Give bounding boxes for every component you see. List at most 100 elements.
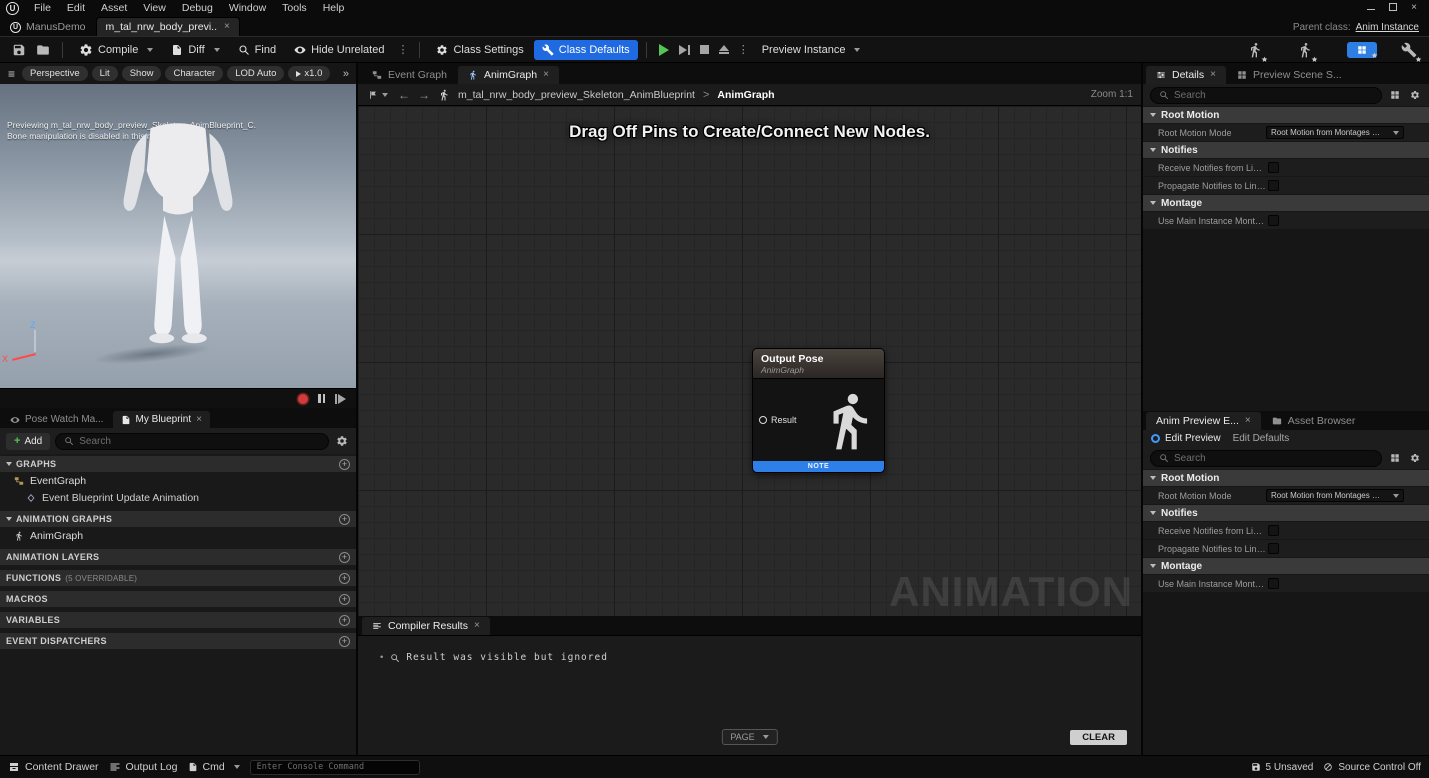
menu-help[interactable]: Help [316, 2, 352, 14]
breadcrumb-current[interactable]: AnimGraph [717, 89, 774, 101]
bookmarks-icon[interactable] [366, 88, 390, 102]
play-button[interactable] [655, 40, 673, 60]
root-motion-mode-dropdown[interactable]: Root Motion from Montages Only [1266, 489, 1404, 502]
hide-unrelated-button[interactable]: Hide Unrelated [286, 40, 392, 60]
playback-speed-button[interactable]: x1.0 [288, 66, 331, 81]
source-control-button[interactable]: Source Control Off [1323, 762, 1421, 773]
receive-notifies-checkbox[interactable] [1268, 525, 1279, 536]
breadcrumb-root[interactable]: m_tal_nrw_body_preview_Skeleton_AnimBlue… [458, 89, 695, 101]
window-minimize-icon[interactable] [1367, 2, 1376, 14]
root-motion-mode-dropdown[interactable]: Root Motion from Montages Only [1266, 126, 1404, 139]
step-frame-button[interactable] [675, 41, 694, 59]
anim-preview-search-input[interactable] [1174, 452, 1373, 464]
anim-graph-canvas[interactable]: Drag Off Pins to Create/Connect New Node… [358, 106, 1141, 616]
overflow-menu-icon[interactable]: ⋮ [394, 43, 411, 56]
menu-window[interactable]: Window [222, 2, 273, 14]
section-animation-graphs[interactable]: ANIMATION GRAPHS + [0, 511, 356, 527]
stop-button[interactable] [696, 41, 713, 58]
anim-preview-view-options-icon[interactable] [1388, 451, 1402, 465]
propagate-notifies-checkbox[interactable] [1268, 543, 1279, 554]
category-notifies[interactable]: Notifies [1143, 142, 1429, 158]
unsaved-changes-button[interactable]: 5 Unsaved [1251, 762, 1313, 773]
anim-preview-search[interactable] [1150, 449, 1382, 467]
add-anim-layer-button[interactable]: + [339, 551, 350, 563]
details-search[interactable] [1150, 86, 1382, 104]
clear-button[interactable]: CLEAR [1070, 730, 1127, 745]
lit-button[interactable]: Lit [91, 66, 118, 81]
save-button[interactable] [8, 39, 30, 61]
category-root-motion[interactable]: Root Motion [1143, 107, 1429, 123]
menu-tools[interactable]: Tools [275, 2, 314, 14]
tab-my-blueprint[interactable]: My Blueprint × [112, 411, 210, 428]
edit-preview-radio[interactable]: Edit Preview [1151, 433, 1221, 444]
use-main-instance-checkbox[interactable] [1268, 215, 1279, 226]
character-button[interactable]: Character [165, 66, 224, 81]
preview-mesh-icon-button[interactable] [1243, 38, 1267, 62]
category-root-motion[interactable]: Root Motion [1143, 470, 1429, 486]
blueprint-filter-gear[interactable] [334, 433, 350, 449]
menu-file[interactable]: File [27, 2, 58, 14]
edit-defaults-button[interactable]: Edit Defaults [1233, 433, 1290, 444]
menu-edit[interactable]: Edit [60, 2, 92, 14]
details-search-input[interactable] [1174, 89, 1373, 101]
tab-pose-watch[interactable]: Pose Watch Ma... [2, 411, 112, 428]
category-notifies[interactable]: Notifies [1143, 505, 1429, 521]
use-main-instance-checkbox[interactable] [1268, 578, 1279, 589]
overflow-menu-icon[interactable]: ⋮ [735, 43, 752, 56]
menu-asset[interactable]: Asset [94, 2, 134, 14]
browse-content-button[interactable] [32, 39, 54, 61]
console-command-input[interactable] [249, 759, 420, 775]
output-log-button[interactable]: Output Log [109, 761, 178, 773]
output-pose-node[interactable]: Output Pose AnimGraph Result NOTE [752, 348, 885, 473]
add-button[interactable]: + Add [6, 432, 51, 450]
details-view-options-icon[interactable] [1388, 88, 1402, 102]
blueprint-search[interactable] [55, 432, 329, 450]
asset-settings-icon-button[interactable] [1397, 38, 1421, 62]
asset-tab[interactable]: m_tal_nrw_body_previ.. × [95, 17, 240, 36]
compiler-message-row[interactable]: • Result was visible but ignored [358, 636, 1141, 663]
show-button[interactable]: Show [121, 66, 162, 81]
list-item-anim-graph[interactable]: AnimGraph [0, 527, 356, 544]
add-event-dispatcher-button[interactable]: + [339, 635, 350, 647]
close-icon[interactable]: × [224, 22, 230, 32]
viewport-menu-icon[interactable]: ≡ [5, 67, 18, 81]
class-settings-button[interactable]: Class Settings [428, 40, 531, 60]
class-defaults-button[interactable]: Class Defaults [533, 39, 638, 60]
window-maximize-icon[interactable] [1389, 2, 1398, 14]
receive-notifies-checkbox[interactable] [1268, 162, 1279, 173]
window-close-icon[interactable]: × [1411, 3, 1417, 13]
preview-viewport[interactable]: Previewing m_tal_nrw_body_preview_Skelet… [0, 84, 356, 388]
pause-button[interactable] [318, 394, 325, 403]
forward-icon[interactable]: → [418, 89, 430, 101]
project-tab[interactable]: U ManusDemo [6, 21, 96, 36]
blueprint-search-input[interactable] [79, 435, 320, 447]
menu-view[interactable]: View [136, 2, 173, 14]
parent-class-link[interactable]: Anim Instance [1356, 22, 1419, 33]
lod-auto-button[interactable]: LOD Auto [227, 66, 285, 81]
note-bar[interactable]: NOTE [753, 461, 884, 472]
tab-event-graph[interactable]: Event Graph [362, 66, 457, 84]
add-graph-button[interactable]: + [339, 458, 350, 470]
preview-animation-icon-button[interactable] [1293, 38, 1317, 62]
toolbar-overflow-icon[interactable]: » [343, 68, 351, 80]
preview-instance-dropdown[interactable]: Preview Instance [754, 40, 869, 60]
back-icon[interactable]: ← [398, 89, 410, 101]
list-item-event-graph[interactable]: EventGraph [0, 472, 356, 489]
result-pin[interactable] [759, 416, 767, 424]
content-drawer-button[interactable]: Content Drawer [8, 761, 99, 773]
close-icon[interactable]: × [1210, 70, 1216, 80]
category-montage[interactable]: Montage [1143, 558, 1429, 574]
step-forward-button[interactable] [335, 393, 346, 404]
add-anim-graph-button[interactable]: + [339, 513, 350, 525]
compile-button[interactable]: Compile [71, 39, 161, 61]
add-variable-button[interactable]: + [339, 614, 350, 626]
close-icon[interactable]: × [1245, 416, 1251, 426]
section-graphs[interactable]: GRAPHS + [0, 456, 356, 472]
menu-debug[interactable]: Debug [175, 2, 220, 14]
cmd-dropdown[interactable]: Cmd [188, 761, 240, 773]
active-preview-button[interactable] [1347, 41, 1377, 58]
close-icon[interactable]: × [474, 621, 480, 631]
section-animation-layers[interactable]: ANIMATION LAYERS + [0, 549, 356, 565]
record-button[interactable] [298, 393, 308, 404]
section-variables[interactable]: VARIABLES + [0, 612, 356, 628]
